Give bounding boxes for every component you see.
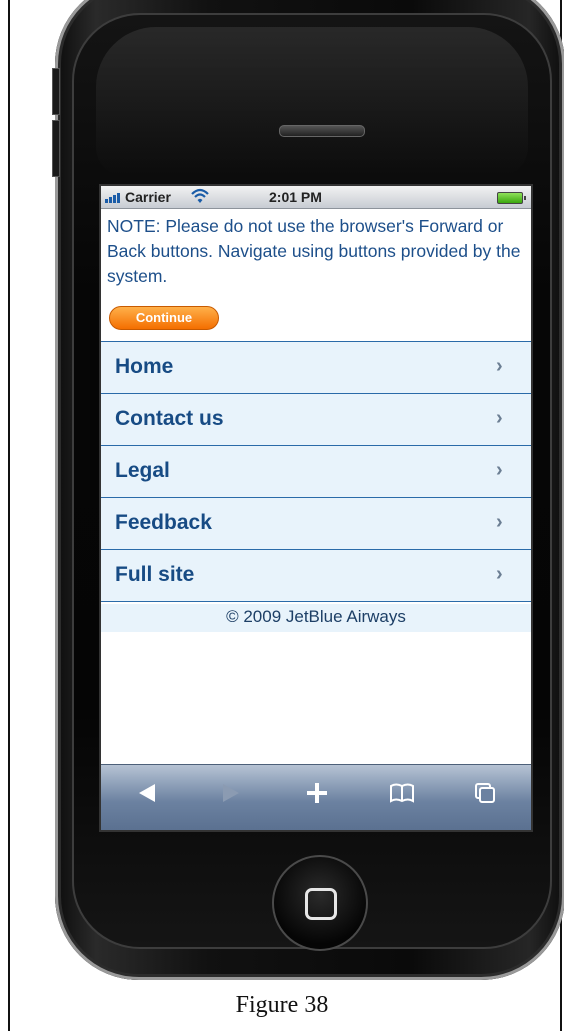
plus-icon[interactable] (305, 781, 329, 805)
home-square-icon (305, 888, 337, 920)
pages-icon[interactable] (473, 781, 497, 805)
bezel-glare (96, 27, 528, 177)
menu-item-label: Feedback (115, 511, 212, 534)
browser-toolbar (101, 764, 531, 830)
battery-icon (497, 192, 526, 204)
notice-text: NOTE: Please do not use the browser's Fo… (107, 216, 521, 286)
earpiece-icon (279, 125, 365, 137)
figure-caption: Figure 38 (235, 992, 329, 1018)
home-button[interactable] (272, 855, 368, 951)
menu-item-feedback[interactable]: Feedback › (101, 497, 531, 549)
menu-item-contact-us[interactable]: Contact us › (101, 393, 531, 445)
menu-item-label: Home (115, 355, 174, 378)
menu-item-home[interactable]: Home › (101, 341, 531, 393)
chevron-right-icon: › (496, 563, 503, 585)
chevron-right-icon: › (496, 511, 503, 533)
left-border-line (8, 0, 10, 1031)
chevron-right-icon: › (496, 459, 503, 481)
mute-switch (52, 68, 60, 115)
menu-item-label: Full site (115, 563, 195, 586)
signal-icon (105, 191, 123, 203)
copyright-text: © 2009 JetBlue Airways (101, 604, 531, 632)
volume-button (52, 120, 60, 177)
chevron-right-icon: › (496, 355, 503, 377)
bookmarks-icon[interactable] (389, 781, 415, 805)
forward-arrow-icon[interactable] (219, 781, 243, 805)
menu-item-label: Legal (115, 459, 170, 482)
carrier-label: Carrier (125, 189, 171, 205)
continue-button[interactable]: Continue (109, 306, 219, 330)
menu-item-legal[interactable]: Legal › (101, 445, 531, 497)
menu-item-label: Contact us (115, 407, 224, 430)
chevron-right-icon: › (496, 407, 503, 429)
status-bar: Carrier 2:01 PM (101, 186, 531, 209)
nav-menu: Home › Contact us › Legal › Feedback › F… (101, 341, 531, 602)
menu-item-full-site[interactable]: Full site › (101, 549, 531, 602)
back-arrow-icon[interactable] (135, 781, 159, 805)
status-time: 2:01 PM (269, 189, 322, 205)
wifi-icon (191, 188, 209, 203)
phone-screen: Carrier 2:01 PM NOTE: Please do not use … (99, 184, 533, 832)
